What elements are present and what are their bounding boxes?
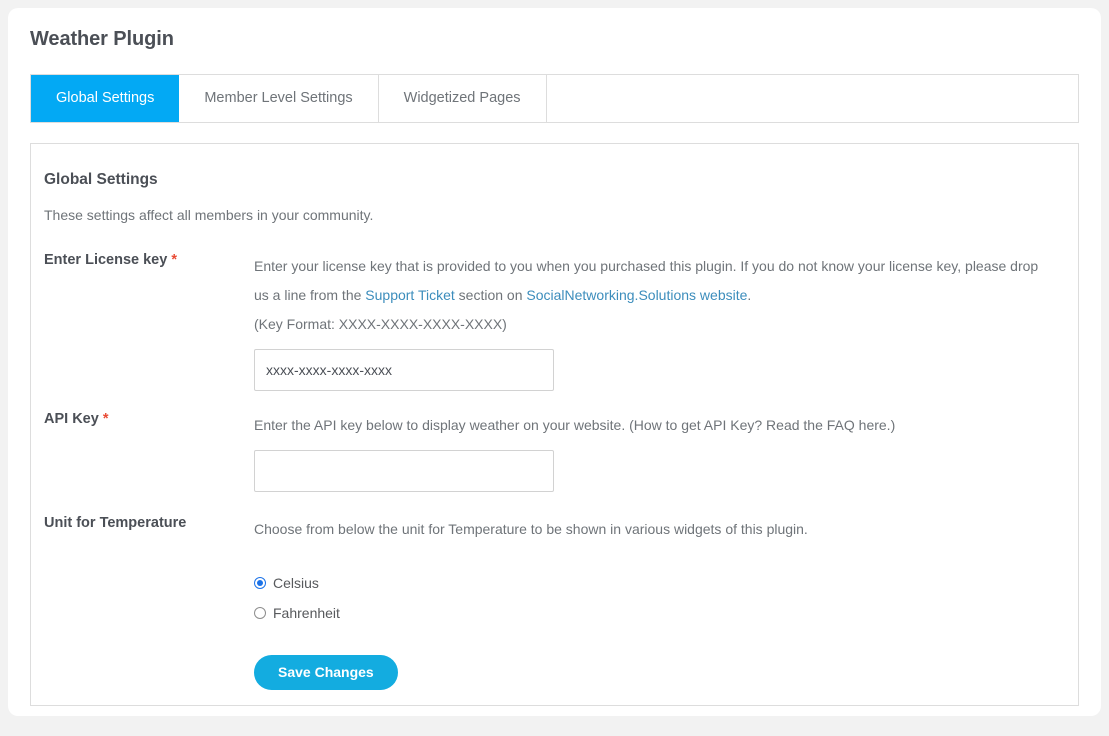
global-settings-panel: Global Settings These settings affect al… [30, 143, 1079, 706]
save-changes-button[interactable]: Save Changes [254, 655, 398, 690]
api-key-description: Enter the API key below to display weath… [254, 417, 896, 433]
unit-temperature-description: Choose from below the unit for Temperatu… [254, 521, 808, 537]
panel-title: Global Settings [44, 171, 158, 188]
license-key-label: Enter License key * [44, 252, 234, 268]
api-key-label-text: API Key [44, 411, 99, 427]
unit-temperature-label-text: Unit for Temperature [44, 515, 187, 531]
tab-bar-filler [547, 75, 1078, 122]
page-card: Weather Plugin Global Settings Member Le… [8, 8, 1101, 716]
tab-bar: Global Settings Member Level Settings Wi… [30, 74, 1079, 123]
radio-selected-icon[interactable] [254, 577, 266, 589]
tab-global-settings[interactable]: Global Settings [31, 75, 180, 122]
license-key-format-hint: (Key Format: XXXX-XXXX-XXXX-XXXX) [254, 316, 507, 332]
radio-option-celsius[interactable]: Celsius [254, 568, 1054, 598]
panel-subtitle: These settings affect all members in you… [44, 207, 374, 223]
api-key-body: Enter the API key below to display weath… [254, 411, 1054, 492]
support-ticket-link[interactable]: Support Ticket [365, 287, 455, 303]
license-key-label-text: Enter License key [44, 252, 168, 268]
license-key-input[interactable] [254, 349, 554, 391]
tab-member-level-settings[interactable]: Member Level Settings [179, 75, 379, 122]
unit-temperature-label: Unit for Temperature [44, 515, 234, 531]
license-key-description: Enter your license key that is provided … [254, 252, 1054, 310]
license-desc-part3: . [747, 287, 752, 303]
radio-option-fahrenheit[interactable]: Fahrenheit [254, 598, 1054, 628]
radio-unselected-icon[interactable] [254, 607, 266, 619]
license-desc-part2: section on [454, 287, 527, 303]
required-asterisk-icon: * [102, 411, 109, 427]
required-asterisk-icon: * [171, 252, 178, 268]
api-key-input[interactable] [254, 450, 554, 492]
license-key-body: Enter your license key that is provided … [254, 252, 1054, 391]
tab-widgetized-pages[interactable]: Widgetized Pages [379, 75, 547, 122]
api-key-label: API Key * [44, 411, 234, 427]
unit-temperature-radio-group: Celsius Fahrenheit [254, 568, 1054, 628]
socialnetworking-solutions-link[interactable]: SocialNetworking.Solutions website [526, 287, 747, 303]
page-title: Weather Plugin [30, 28, 174, 50]
unit-temperature-body: Choose from below the unit for Temperatu… [254, 515, 1054, 690]
radio-label-celsius: Celsius [273, 575, 319, 591]
radio-label-fahrenheit: Fahrenheit [273, 605, 340, 621]
